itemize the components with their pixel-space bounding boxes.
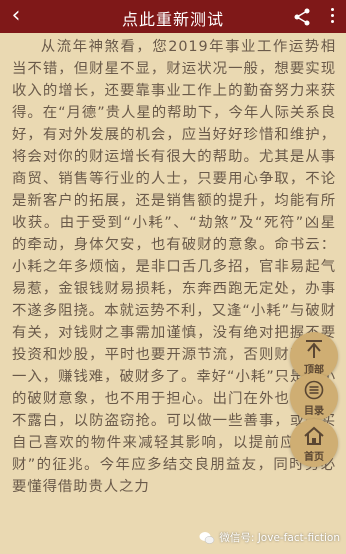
share-icon[interactable] <box>292 7 312 27</box>
top-bar: ‹ 点此重新测试 <box>0 0 346 33</box>
wechat-icon <box>199 532 215 544</box>
article-body: 从流年神煞看，您2019年事业工作运势相当不错，但财星不显，财运状况一般，想要实… <box>12 36 336 554</box>
list-icon <box>304 380 324 400</box>
more-vertical-icon[interactable] <box>328 5 336 27</box>
home-label: 首页 <box>304 452 324 463</box>
menu-label: 目录 <box>304 406 324 417</box>
menu-button[interactable]: 目录 <box>290 373 338 421</box>
wechat-watermark: 微信号: Jove-fact-fiction <box>199 530 340 548</box>
watermark-text: 微信号: Jove-fact-fiction <box>219 532 340 544</box>
home-icon <box>304 426 324 445</box>
article-paragraph: 从流年神煞看，您2019年事业工作运势相当不错，但财星不显，财运状况一般，想要实… <box>12 39 336 495</box>
home-button[interactable]: 首页 <box>290 419 338 467</box>
arrow-up-icon <box>306 340 322 358</box>
